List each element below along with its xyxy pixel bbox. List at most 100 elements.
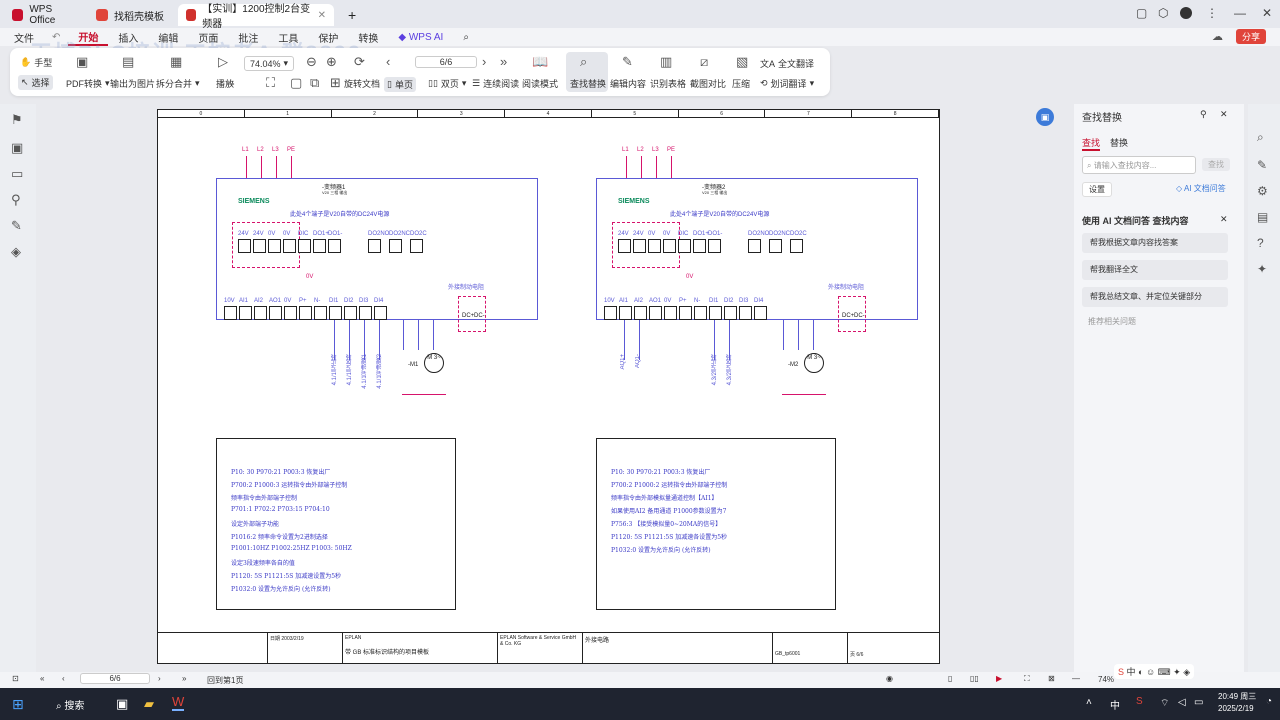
next-page-icon[interactable]: › — [482, 54, 486, 69]
prev-page-icon[interactable]: ‹ — [386, 54, 390, 69]
ai-qa-link[interactable]: ◇ AI 文档问答 — [1176, 183, 1226, 194]
snapshot-icon[interactable]: ⧉ — [310, 75, 319, 91]
file-explorer-icon[interactable]: ▰ — [144, 696, 154, 712]
zoom-input[interactable]: 74.04% ▾ — [244, 56, 295, 71]
find-replace-button[interactable]: 查找替换 — [570, 77, 606, 90]
hand-tool-button[interactable]: ✋ 手型 — [20, 56, 52, 69]
ime-toolbar[interactable]: S 中 ◐ ☺ ⌨ ✦ ◈ — [1114, 664, 1195, 679]
menu-protect[interactable]: 保护 — [308, 30, 348, 45]
battery-icon[interactable]: ▭ — [1194, 697, 1203, 708]
pen-icon[interactable]: ✎ — [1257, 158, 1267, 172]
last-page-icon[interactable]: » — [182, 674, 186, 683]
wps-taskbar-icon[interactable]: W — [172, 694, 185, 711]
zoom-out-icon[interactable]: ⊖ — [306, 54, 317, 70]
clock-time[interactable]: 20:49 周三 — [1218, 691, 1256, 702]
attachment-icon[interactable]: ⚲ — [11, 192, 21, 208]
related-questions[interactable]: 推荐相关问题 — [1088, 316, 1136, 327]
full-translate-button[interactable]: 文A 全文翻译 — [760, 57, 814, 70]
close-panel-icon[interactable]: ✕ — [1220, 109, 1228, 120]
recognize-table-button[interactable]: 识别表格 — [650, 77, 686, 90]
goto-first-link[interactable]: 回到第1页 — [207, 675, 243, 686]
fit-icon[interactable]: ⛶ — [1024, 674, 1030, 684]
notification-icon[interactable]: ◔ — [1266, 696, 1272, 707]
nav-icon[interactable]: ⊡ — [12, 674, 19, 683]
next-page-icon[interactable]: › — [158, 674, 161, 683]
tab-find[interactable]: 查找 — [1082, 136, 1101, 151]
zoom-out-icon[interactable]: — — [1072, 674, 1080, 683]
tab-wps-office[interactable]: WPS Office — [4, 4, 86, 26]
edit-content-button[interactable]: 编辑内容 — [610, 77, 646, 90]
crop-icon[interactable]: ⊞ — [330, 75, 341, 91]
export-image-button[interactable]: 输出为图片 — [110, 77, 155, 90]
select-tool-button[interactable]: ↖ 选择 — [18, 75, 53, 90]
page-input[interactable]: 6/6 — [80, 673, 150, 684]
menu-wps-ai[interactable]: ◆ WPS AI — [388, 32, 453, 43]
minimize-icon[interactable]: — — [1234, 6, 1246, 20]
double-page-button[interactable]: ▯▯ 双页 ▾ — [428, 77, 466, 90]
close-window-icon[interactable]: ✕ — [1262, 6, 1272, 20]
search-icon[interactable]: ⌕ — [1257, 130, 1264, 145]
fit-width-icon[interactable]: ⇔ — [224, 75, 237, 90]
zoom-level[interactable]: 74% — [1098, 675, 1114, 684]
sign-icon[interactable]: ✎ — [11, 218, 22, 234]
rotate-icon[interactable]: ⟳ — [354, 54, 365, 70]
page-input[interactable]: 6/6 — [415, 56, 477, 68]
volume-icon[interactable]: ◁ — [1178, 697, 1186, 708]
tab-document[interactable]: 【实训】1200控制2台变频器 ✕ — [178, 4, 334, 30]
prev-page-icon[interactable]: ‹ — [62, 674, 65, 683]
clock-date[interactable]: 2025/2/19 — [1218, 704, 1254, 713]
compress-button[interactable]: 压缩 — [732, 77, 750, 90]
new-tab-button[interactable]: + — [340, 4, 364, 26]
first-page-icon[interactable]: « — [40, 674, 44, 683]
skin-icon[interactable]: ⬡ — [1158, 6, 1168, 20]
actual-size-icon[interactable]: ▢ — [290, 75, 302, 91]
single-page-button[interactable]: ▯ 单页 — [384, 77, 416, 92]
menu-comment[interactable]: 批注 — [228, 30, 268, 45]
undo-icon[interactable]: ↶ — [44, 32, 68, 43]
play-icon[interactable]: ▶ — [996, 674, 1002, 683]
single-page-icon[interactable]: ▯ — [948, 674, 952, 683]
ime-tray[interactable]: 中 — [1110, 697, 1120, 712]
wifi-icon[interactable]: ⌔ — [1160, 697, 1169, 710]
task-view-icon[interactable]: ▣ — [116, 696, 128, 712]
menu-edit[interactable]: 编辑 — [148, 30, 188, 45]
close-ai-icon[interactable]: ✕ — [1220, 214, 1228, 225]
menu-page[interactable]: 页面 — [188, 30, 228, 45]
screenshot-compare-button[interactable]: 截图对比 — [690, 77, 726, 90]
tool-icon[interactable]: ✦ — [1257, 262, 1267, 276]
double-page-icon[interactable]: ▯▯ — [970, 674, 979, 683]
menu-convert[interactable]: 转换 — [348, 30, 388, 45]
adjust-icon[interactable]: ⚙ — [1257, 184, 1268, 198]
tab-replace[interactable]: 替换 — [1110, 136, 1128, 149]
window-icon[interactable]: ▢ — [1136, 6, 1147, 20]
suggestion-item[interactable]: 帮我总结文章、并定位关键部分 — [1082, 287, 1228, 307]
menu-file[interactable]: 文件 — [0, 30, 44, 45]
taskbar-search[interactable]: ⌕ 搜索 — [56, 697, 84, 712]
assistant-icon[interactable]: ▣ — [1036, 108, 1054, 126]
suggestion-item[interactable]: 帮我翻译全文 — [1082, 260, 1228, 280]
share-button[interactable]: 分享 — [1236, 29, 1267, 44]
continuous-button[interactable]: ☰ 连续阅读 — [472, 77, 519, 90]
comment-icon[interactable]: ▭ — [11, 166, 23, 182]
tab-template[interactable]: 找稻壳模板 — [88, 4, 176, 26]
menu-icon[interactable]: ⋮ — [1206, 6, 1218, 20]
search-button[interactable]: 查找 — [1202, 158, 1230, 171]
sogou-tray-icon[interactable]: S — [1136, 696, 1143, 707]
settings-button[interactable]: 设置 — [1082, 182, 1112, 197]
thumbnail-icon[interactable]: ▣ — [11, 140, 23, 156]
search-input[interactable]: ⌕ 请输入查找内容... — [1082, 156, 1196, 174]
word-translate-button[interactable]: ⟲ 划词翻译 ▾ — [760, 77, 814, 90]
avatar[interactable] — [1180, 7, 1192, 19]
pin-icon[interactable]: ⚲ — [1200, 109, 1207, 120]
split-merge-button[interactable]: 拆分合并 ▾ — [156, 77, 200, 90]
cloud-icon[interactable]: ☁ — [1212, 30, 1223, 43]
pdf-convert-button[interactable]: PDF转换 ▾ — [66, 77, 110, 90]
eye-icon[interactable]: ◉ — [886, 674, 893, 683]
menu-tools[interactable]: 工具 — [268, 30, 308, 45]
layers-icon[interactable]: ◈ — [11, 244, 21, 260]
last-page-icon[interactable]: » — [500, 54, 507, 69]
menu-start[interactable]: 开始 — [68, 29, 109, 46]
search-icon[interactable]: ⌕ — [453, 32, 479, 43]
fit-page-icon[interactable]: ⛶ — [266, 75, 275, 91]
format-icon[interactable]: ▤ — [1257, 210, 1268, 224]
